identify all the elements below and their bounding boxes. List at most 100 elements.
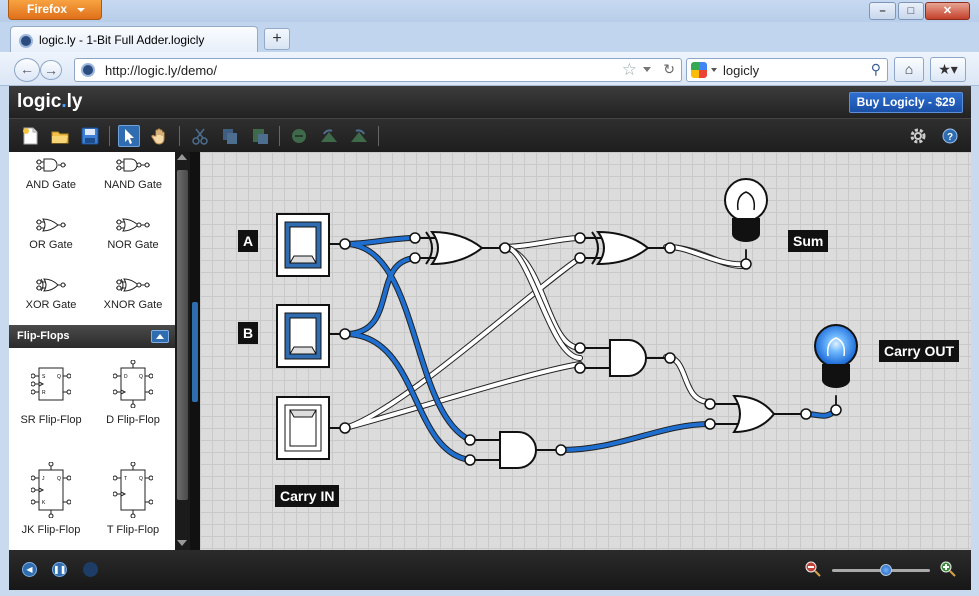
tab-logicly[interactable]: logic.ly - 1-Bit Full Adder.logicly [10,26,258,53]
url-text: http://logic.ly/demo/ [105,63,217,78]
pan-hand-icon[interactable] [149,125,171,147]
sr-flip-flop-icon: SRQ [31,367,71,401]
splitter-handle[interactable] [192,302,198,402]
flip-flops-section-header[interactable]: Flip-Flops [9,325,175,348]
palette-xor-gate[interactable]: XOR Gate [11,277,91,311]
flipflop-label: D Flip-Flop [106,414,160,426]
forward-button[interactable]: → [40,60,62,80]
address-bar[interactable]: http://logic.ly/demo/ ☆ ↻ [74,58,682,82]
palette-sr-flip-flop[interactable]: SRQ SR Flip-Flop [11,360,91,426]
rotate-left-icon[interactable] [318,125,340,147]
svg-text:T: T [124,476,127,482]
zoom-in-icon[interactable] [940,561,956,577]
home-button[interactable]: ⌂ [894,57,924,82]
new-tab-button[interactable]: + [264,28,290,50]
help-icon[interactable]: ? [939,125,961,147]
site-identity-icon [81,63,95,77]
palette-xnor-gate[interactable]: XNOR Gate [93,277,173,311]
bookmark-star-icon[interactable]: ☆ [622,60,637,80]
palette-t-flip-flop[interactable]: TQ T Flip-Flop [93,462,173,536]
gate-label: NAND Gate [103,179,163,191]
flipflop-label: SR Flip-Flop [20,414,82,426]
search-text: logicly [723,63,760,78]
circuit-canvas[interactable]: A B Carry IN Sum Carry OUT [200,152,971,550]
bookmarks-star-icon: ★▾ [938,61,958,77]
gate-label: OR Gate [29,239,73,251]
step-back-icon[interactable]: ◀ [22,562,37,577]
palette-d-flip-flop[interactable]: DQ D Flip-Flop [93,360,173,426]
switch-carry-in[interactable] [276,396,330,460]
select-arrow-icon [125,129,134,144]
carry-out-bulb-icon [814,324,858,388]
palette-jk-flip-flop[interactable]: JKQ JK Flip-Flop [11,462,91,536]
palette-scrollbar[interactable] [175,152,190,550]
collapse-button[interactable] [151,330,169,343]
logicly-logo: logic.ly [17,91,82,113]
buy-button[interactable]: Buy Logicly - $29 [849,92,963,113]
navigation-bar: ← → http://logic.ly/demo/ ☆ ↻ logicly ⚲ … [0,52,979,86]
switch-a[interactable] [276,213,330,277]
toolbar-separator [109,126,110,146]
label-carry-in: Carry IN [275,485,340,507]
xor-gate-2[interactable] [580,230,666,266]
app-toolbar: ? [9,118,971,152]
rotate-right-icon[interactable] [348,125,370,147]
zoom-out-icon[interactable] [805,561,821,577]
palette-and-gate[interactable]: AND Gate [11,157,91,191]
or-gate[interactable] [710,394,806,434]
maximize-button[interactable]: □ [898,2,924,20]
settings-gear-icon[interactable] [907,125,929,147]
back-button[interactable]: ← [14,58,40,82]
firefox-menu-button[interactable]: Firefox [8,0,102,20]
minimize-button[interactable]: – [869,2,896,20]
logicly-favicon-icon [19,34,33,48]
window-titlebar: Firefox – □ ✕ [0,0,979,22]
record-indicator-icon[interactable] [83,562,98,577]
and-gate-icon [36,158,66,172]
new-file-icon[interactable] [19,125,41,147]
switch-b[interactable] [276,304,330,368]
panel-splitter[interactable] [190,152,200,550]
search-box[interactable]: logicly ⚲ [686,58,888,82]
toolbar-separator [279,126,280,146]
save-icon[interactable] [79,125,101,147]
copy-icon[interactable] [219,125,241,147]
gate-label: XOR Gate [25,299,77,311]
scroll-down-icon[interactable] [177,540,187,546]
paste-icon[interactable] [249,125,271,147]
scroll-thumb[interactable] [177,170,188,500]
history-dropdown-icon[interactable] [643,67,651,72]
nand-gate-icon [116,158,150,172]
close-button[interactable]: ✕ [925,2,970,20]
label-carry-out: Carry OUT [879,340,960,362]
gate-label: NOR Gate [107,239,159,251]
svg-text:D: D [124,374,128,380]
and-gate-1[interactable] [580,339,666,377]
close-icon: ✕ [942,5,953,17]
reload-icon[interactable]: ↻ [663,61,675,78]
svg-text:?: ? [947,132,953,143]
gate-label: AND Gate [25,179,77,191]
select-tool-button[interactable] [118,125,140,147]
bookmarks-button[interactable]: ★▾ [930,57,966,82]
pause-icon[interactable]: ❚❚ [52,562,67,577]
open-folder-icon[interactable] [49,125,71,147]
app-footer: ◀ ❚❚ [9,550,971,590]
svg-text:Q: Q [139,476,143,482]
and-gate-2[interactable] [470,431,561,469]
forward-arrow-icon: → [44,62,58,78]
t-flip-flop-icon: TQ [113,462,153,518]
logicly-app: logic.ly Buy Logicly - $29 ? AND Gate NA… [9,86,971,590]
search-engine-dropdown-icon[interactable] [711,68,717,72]
palette-nand-gate[interactable]: NAND Gate [93,157,173,191]
palette-or-gate[interactable]: OR Gate [11,217,91,251]
xor-gate-1[interactable] [415,230,502,266]
delete-icon[interactable] [288,125,310,147]
zoom-slider-thumb[interactable] [880,564,892,576]
google-icon[interactable] [691,62,707,78]
tab-title: logic.ly - 1-Bit Full Adder.logicly [39,33,205,47]
palette-nor-gate[interactable]: NOR Gate [93,217,173,251]
search-icon[interactable]: ⚲ [871,61,881,78]
scroll-up-icon[interactable] [177,154,187,160]
cut-icon[interactable] [189,125,211,147]
